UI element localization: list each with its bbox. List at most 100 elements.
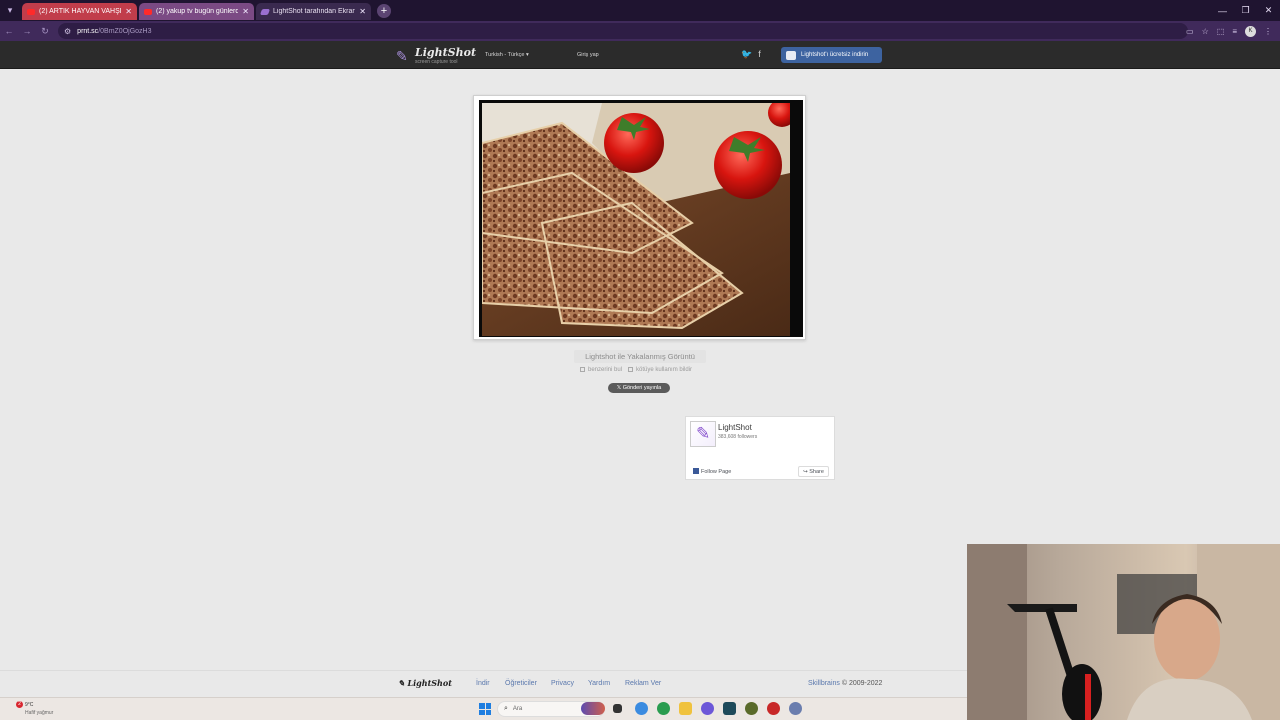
facebook-icon	[693, 468, 699, 474]
follow-page-button[interactable]: Follow Page	[693, 468, 731, 475]
browser-tab-2[interactable]: (2) yakup tv bugün günlerden ... ✕	[139, 3, 254, 20]
image-actions: benzerini bul kötüye kullanım bildir	[580, 367, 692, 373]
lahmacun-photo	[482, 103, 790, 336]
screenshot-frame	[479, 100, 803, 337]
language-selector[interactable]: Turkish - Türkçe ▾	[485, 52, 529, 58]
back-icon[interactable]: ←	[0, 21, 18, 41]
close-tab-icon[interactable]: ✕	[125, 7, 132, 16]
minimize-icon[interactable]: —	[1211, 0, 1234, 21]
social-links: 🐦 f	[741, 49, 761, 60]
close-tab-icon[interactable]: ✕	[242, 7, 249, 16]
download-button[interactable]: Lightshot'ı ücretsiz indirin	[781, 47, 882, 63]
x-icon: 𝕏	[616, 385, 622, 391]
image-caption: Lightshot ile Yakalanmış Görüntü	[574, 350, 706, 363]
forward-icon[interactable]: →	[18, 21, 36, 41]
webcam-overlay	[967, 544, 1280, 720]
report-abuse-link[interactable]: kötüye kullanım bildir	[628, 367, 692, 373]
search-icon: ⌕	[504, 705, 508, 712]
footer-link-download[interactable]: İndir	[476, 680, 490, 687]
skillbrains-link[interactable]: Skillbrains	[808, 680, 840, 687]
image-icon	[580, 367, 585, 372]
weather-condition: Hafif yağmur	[25, 710, 54, 716]
screenshot-image[interactable]	[482, 103, 790, 336]
weather-temperature: 9°C	[25, 702, 34, 708]
app-icon[interactable]	[745, 702, 758, 715]
page-name[interactable]: LightShot	[718, 423, 752, 432]
file-explorer-icon[interactable]	[679, 702, 692, 715]
chrome-icon[interactable]	[657, 702, 670, 715]
start-icon[interactable]	[479, 703, 491, 715]
browser-tab-3-active[interactable]: LightShot tarafından Ekran Gö... ✕	[256, 3, 371, 20]
find-similar-link[interactable]: benzerini bul	[580, 367, 622, 373]
flag-icon	[628, 367, 634, 372]
window-controls: — ❐ ✕	[1211, 0, 1280, 21]
tweet-button[interactable]: 𝕏 Gönderi yayınla	[608, 383, 670, 393]
lightshot-logo[interactable]: ✎ LightShot screen capture tool	[396, 46, 476, 66]
site-info-icon[interactable]: ⚙	[64, 27, 71, 36]
twitter-icon[interactable]: 🐦	[741, 49, 752, 60]
settings-icon[interactable]	[789, 702, 802, 715]
url-input[interactable]: ⚙ prnt.sc /0BmZ0OjGozH3	[58, 23, 1188, 39]
site-header: ✎ LightShot screen capture tool Turkish …	[0, 41, 1280, 69]
url-host: prnt.sc	[77, 27, 99, 35]
footer-link-privacy[interactable]: Privacy	[551, 680, 574, 687]
extensions-icon[interactable]: ⬚	[1217, 27, 1225, 36]
widgets-icon[interactable]	[581, 702, 605, 715]
tab-search-icon[interactable]: ▾	[0, 0, 20, 21]
youtube-icon	[144, 8, 152, 15]
menu-icon[interactable]: ⋮	[1264, 27, 1272, 36]
login-link[interactable]: Giriş yap	[577, 52, 599, 58]
footer-link-help[interactable]: Yardım	[588, 680, 610, 687]
share-icon: ↪	[803, 469, 808, 475]
recording-app-icon[interactable]	[767, 702, 780, 715]
facebook-page-widget: ✎ LightShot 383,608 followers Follow Pag…	[685, 416, 835, 480]
footer-logo-text: LightShot	[407, 678, 452, 688]
feather-icon: ✎	[696, 424, 711, 443]
footer-copyright: Skillbrains © 2009-2022	[808, 680, 882, 687]
sidebar-icon[interactable]: ≡	[1232, 27, 1237, 36]
follow-label: Follow Page	[701, 469, 732, 475]
download-label: Lightshot'ı ücretsiz indirin	[801, 52, 869, 58]
profile-avatar[interactable]: K	[1245, 25, 1256, 37]
url-path: /0BmZ0OjGozH3	[98, 27, 152, 35]
report-abuse-label: kötüye kullanım bildir	[636, 367, 693, 373]
youtube-icon	[27, 8, 35, 15]
facebook-icon[interactable]: f	[758, 49, 761, 60]
tweet-label: Gönderi yayınla	[622, 385, 662, 391]
copyright-text: © 2009-2022	[841, 680, 883, 687]
tab-title: LightShot tarafından Ekran Gö...	[273, 8, 356, 15]
footer-logo[interactable]: ✎ LightShot	[398, 678, 452, 688]
task-view-icon[interactable]	[613, 704, 622, 713]
language-label: Turkish - Türkçe	[485, 52, 525, 58]
screenshot-card	[473, 95, 806, 340]
streamer-camera-feed	[967, 544, 1280, 720]
restore-icon[interactable]: ❐	[1234, 0, 1257, 21]
browser-tab-bar: ▾ (2) ARTIK HAYVAN VAHŞETİNE ✕ (2) yakup…	[0, 0, 1280, 21]
feather-icon: ✎	[396, 48, 408, 64]
share-button[interactable]: ↪ Share	[798, 466, 829, 477]
tab-title: (2) yakup tv bugün günlerden ...	[156, 8, 239, 15]
footer-link-advertise[interactable]: Reklam Ver	[625, 680, 661, 687]
logo-text: LightShot	[415, 46, 477, 59]
edge-browser-icon[interactable]	[635, 702, 648, 715]
share-label: Share	[809, 469, 824, 475]
tab-title: (2) ARTIK HAYVAN VAHŞETİNE	[39, 8, 121, 15]
lightshot-feather-icon	[259, 8, 271, 15]
close-tab-icon[interactable]: ✕	[359, 7, 366, 16]
browser-tab-1[interactable]: (2) ARTIK HAYVAN VAHŞETİNE ✕	[22, 3, 137, 20]
reload-icon[interactable]: ↻	[36, 21, 54, 41]
bookmark-star-icon[interactable]: ☆	[1202, 27, 1209, 36]
browser-toolbar-icons: ▭ ☆ ⬚ ≡ K ⋮	[1186, 21, 1272, 41]
discord-icon[interactable]	[701, 702, 714, 715]
terminal-icon[interactable]	[723, 702, 736, 715]
footer-link-tutorials[interactable]: Öğreticiler	[505, 680, 537, 687]
cast-icon[interactable]: ▭	[1186, 27, 1194, 36]
close-window-icon[interactable]: ✕	[1257, 0, 1280, 21]
new-tab-button[interactable]: +	[377, 3, 391, 18]
address-bar-row: ← → ↻ ⚙ prnt.sc /0BmZ0OjGozH3	[0, 21, 1280, 41]
page-avatar[interactable]: ✎	[690, 421, 716, 447]
weather-badge: 2	[16, 701, 23, 708]
find-similar-label: benzerini bul	[588, 367, 623, 373]
download-icon	[786, 50, 796, 60]
follower-count: 383,608 followers	[718, 434, 758, 440]
